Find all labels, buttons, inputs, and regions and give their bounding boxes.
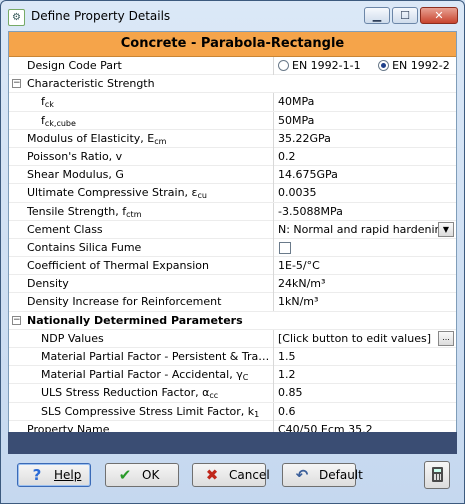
tensile-label: Tensile Strength, fctm (27, 204, 142, 219)
undo-icon: ↶ (295, 466, 309, 484)
design-code-options: EN 1992-1-1 EN 1992-2 (273, 57, 456, 75)
characteristic-strength-label: Characteristic Strength (27, 77, 155, 91)
dialog-window: ⚙ Define Property Details ▁ ☐ ✕ Concrete… (0, 0, 465, 504)
modulus-value[interactable]: 35.22GPa (273, 129, 456, 148)
minimize-button[interactable]: ▁ (364, 7, 390, 24)
calculator-icon (432, 467, 443, 482)
property-row-density-increase[interactable]: Density Increase for Reinforcement 1kN/m… (9, 293, 456, 312)
help-label: Help (54, 468, 82, 482)
help-button[interactable]: ? Help (17, 463, 91, 487)
property-row-cement-class[interactable]: Cement Class N: Normal and rapid hardeni… (9, 220, 456, 239)
ndp-values-label: NDP Values (41, 331, 104, 345)
cement-class-select[interactable]: N: Normal and rapid hardening ▼ (273, 220, 456, 239)
silica-fume-label: Contains Silica Fume (27, 240, 142, 254)
cancel-button[interactable]: ✖ Cancel (192, 463, 270, 487)
modulus-label: Modulus of Elasticity, Ecm (27, 131, 167, 146)
thermal-value[interactable]: 1E-5/°C (273, 257, 456, 276)
property-grid: Concrete - Parabola-Rectangle Design Cod… (8, 31, 457, 454)
default-label: Default (319, 468, 363, 482)
description-pane (8, 432, 457, 454)
fck-value[interactable]: 40MPa (273, 93, 456, 112)
ok-label: OK (142, 468, 160, 482)
shear-label: Shear Modulus, G (27, 168, 124, 182)
ndp-values-value: [Click button to edit values] (278, 331, 432, 345)
density-value[interactable]: 24kN/m³ (273, 275, 456, 294)
property-row-tensile[interactable]: Tensile Strength, fctm -3.5088MPa (9, 202, 456, 221)
tensile-value[interactable]: -3.5088MPa (273, 202, 456, 221)
property-row-fck-cube[interactable]: fck,cube 50MPa (9, 111, 456, 130)
ndp-category-label: Nationally Determined Parameters (27, 313, 243, 327)
cancel-label: Cancel (229, 468, 270, 482)
fck-cube-value[interactable]: 50MPa (273, 111, 456, 130)
poisson-label: Poisson's Ratio, v (27, 149, 123, 163)
uls-factor-label: ULS Stress Reduction Factor, αcc (41, 386, 219, 401)
ult-strain-value[interactable]: 0.0035 (273, 184, 456, 203)
uls-factor-value[interactable]: 0.85 (273, 384, 456, 403)
radio-selected-icon (378, 60, 390, 71)
property-row-mpf-accidental[interactable]: Material Partial Factor - Accidental, γC… (9, 366, 456, 385)
silica-fume-checkbox[interactable] (279, 241, 291, 254)
radio-icon (278, 60, 289, 71)
mpf-persistent-label: Material Partial Factor - Persistent & T… (41, 350, 271, 363)
property-row-mpf-persistent[interactable]: Material Partial Factor - Persistent & T… (9, 348, 456, 367)
calculator-button[interactable] (424, 461, 450, 489)
maximize-button[interactable]: ☐ (392, 7, 418, 24)
property-row-density[interactable]: Density 24kN/m³ (9, 275, 456, 294)
dropdown-arrow-icon[interactable]: ▼ (438, 221, 454, 237)
edit-ndp-button[interactable]: ... (438, 330, 454, 346)
property-row-fck[interactable]: fck 40MPa (9, 93, 456, 112)
thermal-label: Coefficient of Thermal Expansion (27, 259, 210, 273)
cement-class-value: N: Normal and rapid hardening (278, 222, 449, 236)
fck-cube-label: fck,cube (41, 113, 76, 128)
ult-strain-label: Ultimate Compressive Strain, εcu (27, 186, 207, 201)
poisson-value[interactable]: 0.2 (273, 147, 456, 166)
property-row-modulus[interactable]: Modulus of Elasticity, Ecm 35.22GPa (9, 129, 456, 148)
fck-label: fck (41, 95, 54, 110)
property-row-ndp-values[interactable]: NDP Values [Click button to edit values]… (9, 329, 456, 348)
title-bar[interactable]: ⚙ Define Property Details ▁ ☐ ✕ (1, 1, 464, 31)
ndp-values-cell[interactable]: [Click button to edit values] ... (273, 329, 456, 348)
property-row-shear[interactable]: Shear Modulus, G 14.675GPa (9, 166, 456, 185)
design-code-label: Design Code Part (27, 59, 122, 72)
checkmark-icon: ✔ (118, 466, 132, 484)
property-row-silica-fume[interactable]: Contains Silica Fume (9, 238, 456, 258)
silica-fume-cell (273, 238, 456, 257)
category-ndp[interactable]: − Nationally Determined Parameters (9, 312, 456, 330)
density-increase-label: Density Increase for Reinforcement (27, 295, 222, 309)
sls-factor-label: SLS Compressive Stress Limit Factor, k1 (41, 404, 260, 419)
window-title: Define Property Details (31, 9, 171, 23)
mpf-accidental-label: Material Partial Factor - Accidental, γC (41, 368, 249, 383)
cement-class-label: Cement Class (27, 222, 103, 236)
category-characteristic-strength[interactable]: − Characteristic Strength (9, 75, 456, 94)
mpf-accidental-value[interactable]: 1.2 (273, 366, 456, 385)
default-button[interactable]: ↶ Default (282, 463, 363, 487)
material-header: Concrete - Parabola-Rectangle (9, 32, 456, 57)
collapse-icon[interactable]: − (12, 315, 21, 325)
property-row-thermal[interactable]: Coefficient of Thermal Expansion 1E-5/°C (9, 257, 456, 276)
property-row-poisson[interactable]: Poisson's Ratio, v 0.2 (9, 147, 456, 167)
property-row-ult-strain[interactable]: Ultimate Compressive Strain, εcu 0.0035 (9, 184, 456, 203)
design-code-row: Design Code Part EN 1992-1-1 EN 1992-2 (9, 57, 456, 76)
app-icon: ⚙ (8, 9, 25, 26)
shear-value[interactable]: 14.675GPa (273, 166, 456, 185)
density-increase-value[interactable]: 1kN/m³ (273, 293, 456, 312)
radio-en1992-1-1[interactable]: EN 1992-1-1 (278, 59, 361, 72)
cancel-x-icon: ✖ (205, 466, 219, 484)
mpf-persistent-value[interactable]: 1.5 (273, 348, 456, 366)
close-button[interactable]: ✕ (420, 7, 458, 24)
property-row-uls-factor[interactable]: ULS Stress Reduction Factor, αcc 0.85 (9, 384, 456, 403)
sls-factor-value[interactable]: 0.6 (273, 402, 456, 421)
help-icon: ? (32, 466, 42, 484)
collapse-icon[interactable]: − (12, 79, 21, 89)
property-row-sls-factor[interactable]: SLS Compressive Stress Limit Factor, k1 … (9, 402, 456, 421)
density-label: Density (27, 277, 69, 291)
ok-button[interactable]: ✔ OK (105, 463, 179, 487)
radio-en1992-2[interactable]: EN 1992-2 (378, 59, 450, 72)
button-bar: ? Help ✔ OK ✖ Cancel ↶ Default (1, 456, 464, 502)
